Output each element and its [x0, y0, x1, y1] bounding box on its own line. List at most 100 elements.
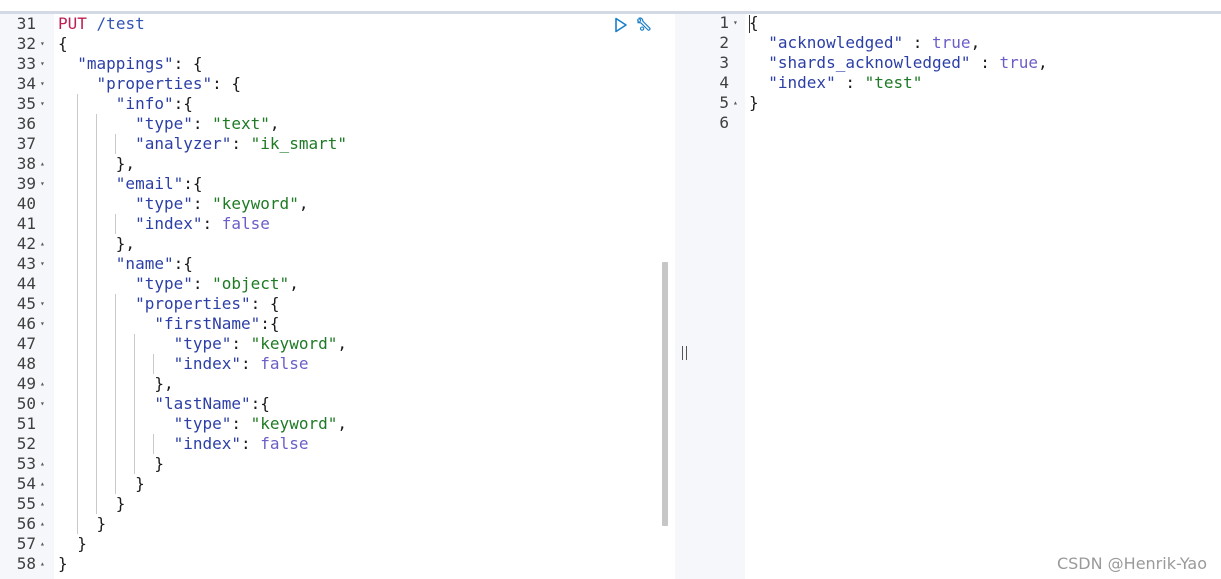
fold-collapse-icon[interactable]: ▾ — [40, 54, 45, 74]
fold-collapse-icon[interactable]: ▾ — [40, 34, 45, 54]
line-number: 56 — [16, 514, 36, 533]
line-number: 41 — [16, 214, 36, 233]
indent-guide — [134, 334, 135, 474]
line-number: 35 — [16, 94, 36, 113]
code-text: "name":{ — [115, 254, 193, 273]
code-text: "type": "text", — [135, 114, 280, 133]
line-number: 36 — [16, 114, 36, 133]
pane-resizer[interactable] — [675, 14, 693, 579]
line-number: 37 — [16, 134, 36, 153]
response-viewer[interactable]: 1 ▾ {2 "acknowledged" : true, 3 "shards_ack… — [693, 14, 1221, 579]
code-text: "type": "keyword", — [173, 414, 347, 433]
fold-collapse-icon[interactable]: ▾ — [733, 14, 738, 33]
text-cursor — [749, 15, 750, 33]
fold-collapse-icon[interactable]: ▾ — [40, 294, 45, 314]
line-number: 58 — [16, 554, 36, 573]
code-text: "type": "keyword", — [173, 334, 347, 353]
indent-guide — [115, 294, 116, 494]
line-number: 31 — [16, 14, 36, 33]
line-number: 48 — [16, 354, 36, 373]
indent-guide — [153, 434, 154, 454]
line-number: 45 — [16, 294, 36, 313]
play-icon — [615, 17, 627, 33]
code-text: { — [749, 14, 759, 32]
line-number: 46 — [16, 314, 36, 333]
code-text: } — [96, 514, 107, 533]
code-text: "properties": { — [96, 74, 242, 93]
line-number: 1 — [719, 14, 729, 32]
fold-collapse-icon[interactable]: ▾ — [40, 174, 45, 194]
watermark: CSDN @Henrik-Yao — [1056, 554, 1207, 573]
line-number: 54 — [16, 474, 36, 493]
fold-expand-icon[interactable]: ▴ — [40, 494, 45, 514]
fold-collapse-icon[interactable]: ▾ — [40, 94, 45, 114]
code-text: } — [77, 534, 87, 553]
line-number: 43 — [16, 254, 36, 273]
fold-expand-icon[interactable]: ▴ — [40, 474, 45, 494]
code-text: "shards_acknowledged" : true, — [768, 53, 1048, 72]
line-number: 57 — [16, 534, 36, 553]
line-number: 53 — [16, 454, 36, 473]
line-number: 50 — [16, 394, 36, 413]
indent-guide — [77, 94, 78, 534]
line-number: 55 — [16, 494, 36, 513]
line-number: 5 — [719, 93, 729, 112]
code-text: } — [58, 554, 68, 573]
fold-collapse-icon[interactable]: ▾ — [40, 74, 45, 94]
fold-expand-icon[interactable]: ▴ — [733, 93, 738, 113]
fold-expand-icon[interactable]: ▴ — [40, 454, 45, 474]
line-number: 33 — [16, 54, 36, 73]
indent-guide — [153, 354, 154, 374]
line-number: 44 — [16, 274, 36, 293]
line-number: 38 — [16, 154, 36, 173]
code-text: "lastName":{ — [154, 394, 270, 413]
fold-expand-icon[interactable]: ▴ — [40, 374, 45, 394]
request-actions — [612, 16, 652, 34]
code-text: "mappings": { — [77, 54, 203, 73]
code-text: "index" : "test" — [768, 73, 923, 92]
fold-expand-icon[interactable]: ▴ — [40, 514, 45, 534]
indent-guide — [115, 214, 116, 234]
line-number: 34 — [16, 74, 36, 93]
code-text: "firstName":{ — [154, 314, 280, 333]
line-number: 47 — [16, 334, 36, 353]
line-number: 32 — [16, 34, 36, 53]
code-text: "properties": { — [135, 294, 280, 313]
fold-expand-icon[interactable]: ▴ — [40, 534, 45, 554]
code-text: } — [115, 494, 126, 513]
code-text: } — [749, 93, 759, 112]
fold-collapse-icon[interactable]: ▾ — [40, 254, 45, 274]
line-number: 42 — [16, 234, 36, 253]
fold-expand-icon[interactable]: ▴ — [40, 554, 45, 574]
line-number: 3 — [719, 53, 729, 72]
line-number: 40 — [16, 194, 36, 213]
resize-handle-icon[interactable] — [682, 346, 687, 360]
wrench-icon — [637, 17, 651, 31]
indent-guide — [96, 114, 97, 514]
indent-guide — [115, 134, 116, 154]
line-number: 2 — [719, 33, 729, 52]
line-number: 39 — [16, 174, 36, 193]
fold-expand-icon[interactable]: ▴ — [40, 154, 45, 174]
code-text: { — [58, 34, 68, 53]
run-button[interactable] — [612, 16, 630, 34]
code-text: "acknowledged" : true, — [768, 33, 981, 52]
vertical-scrollbar[interactable] — [662, 262, 668, 526]
fold-expand-icon[interactable]: ▴ — [40, 234, 45, 254]
line-number: 52 — [16, 434, 36, 453]
code-text: "info":{ — [115, 94, 193, 113]
fold-collapse-icon[interactable]: ▾ — [40, 314, 45, 334]
code-text: PUT /test — [58, 14, 145, 33]
code-text: } — [135, 474, 145, 493]
code-text: "type": "object", — [135, 274, 299, 293]
code-text: "analyzer": "ik_smart" — [135, 134, 347, 153]
line-number: 51 — [16, 414, 36, 433]
settings-button[interactable] — [634, 16, 652, 34]
code-text: } — [154, 454, 164, 473]
line-number: 4 — [719, 73, 729, 92]
fold-collapse-icon[interactable]: ▾ — [40, 394, 45, 414]
line-number: 6 — [719, 113, 729, 132]
code-text: "index": false — [135, 214, 270, 233]
request-editor[interactable]: 31 PUT /test 32 ▾{33 ▾ "mappings": {34 ▾ "pro… — [0, 14, 675, 579]
line-number: 49 — [16, 374, 36, 393]
